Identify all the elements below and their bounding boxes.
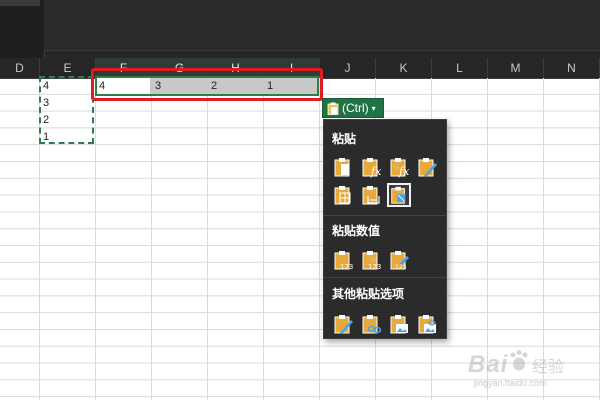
- column-header-k[interactable]: K: [376, 58, 432, 78]
- column-header-l[interactable]: L: [432, 58, 488, 78]
- linked-picture-icon[interactable]: [415, 312, 439, 336]
- paste-link-icon[interactable]: [359, 312, 383, 336]
- svg-text:123: 123: [340, 263, 353, 271]
- section-title-other: 其他粘贴选项: [332, 287, 405, 301]
- chevron-down-icon: ▾: [371, 103, 376, 113]
- ribbon-panel: [44, 0, 600, 51]
- column-header-e[interactable]: E: [40, 58, 96, 78]
- values-number-format-icon[interactable]: % 123: [359, 248, 383, 272]
- section-title-values: 粘贴数值: [332, 224, 381, 238]
- excel-window: D E F G H I J K L M N 4 3 2 1 4 3 2 1 (C…: [0, 0, 600, 400]
- paste-icon[interactable]: [331, 155, 355, 179]
- section-title-paste: 粘贴: [332, 132, 357, 146]
- menu-divider: [324, 215, 446, 216]
- paste-options-menu: 粘贴 fx % fx 粘贴数值 123 % 123 123 其他粘贴选项: [323, 119, 447, 339]
- column-header-d[interactable]: D: [0, 58, 40, 78]
- copy-marquee: [39, 76, 94, 144]
- svg-text:123: 123: [368, 263, 381, 271]
- watermark-brand-suffix: 经验: [532, 359, 565, 376]
- paste-formulas-icon[interactable]: fx: [359, 155, 383, 179]
- ribbon-left-pane: [0, 0, 45, 58]
- watermark-url: jingyan.baidu.com: [474, 378, 547, 388]
- svg-text:fx: fx: [398, 165, 410, 178]
- values-source-formatting-icon[interactable]: 123: [387, 248, 411, 272]
- svg-text:123: 123: [395, 264, 407, 271]
- paste-formulas-number-format-icon[interactable]: % fx: [387, 155, 411, 179]
- formatting-icon[interactable]: [331, 312, 355, 336]
- highlight-box: [91, 68, 323, 101]
- paste-values-icon[interactable]: 123: [331, 248, 355, 272]
- column-header-n[interactable]: N: [544, 58, 600, 78]
- column-header-m[interactable]: M: [488, 58, 544, 78]
- transpose-icon[interactable]: [387, 183, 411, 207]
- paste-options-button[interactable]: (Ctrl) ▾: [322, 98, 384, 118]
- baidu-jingyan-watermark: Bai 经验 jingyan.baidu.com: [462, 345, 597, 395]
- svg-text:fx: fx: [370, 165, 382, 178]
- watermark-brand: Bai: [468, 351, 509, 378]
- keep-column-widths-icon[interactable]: [359, 183, 383, 207]
- clipboard-icon: [327, 102, 339, 115]
- paw-icon: [510, 350, 528, 371]
- keep-source-formatting-icon[interactable]: [415, 155, 439, 179]
- picture-icon[interactable]: [387, 312, 411, 336]
- menu-divider: [324, 277, 446, 278]
- no-borders-icon[interactable]: [331, 183, 355, 207]
- ribbon-tab[interactable]: [0, 0, 40, 6]
- ribbon: [0, 0, 600, 58]
- paste-options-label: (Ctrl): [342, 101, 369, 115]
- column-header-j[interactable]: J: [320, 58, 376, 78]
